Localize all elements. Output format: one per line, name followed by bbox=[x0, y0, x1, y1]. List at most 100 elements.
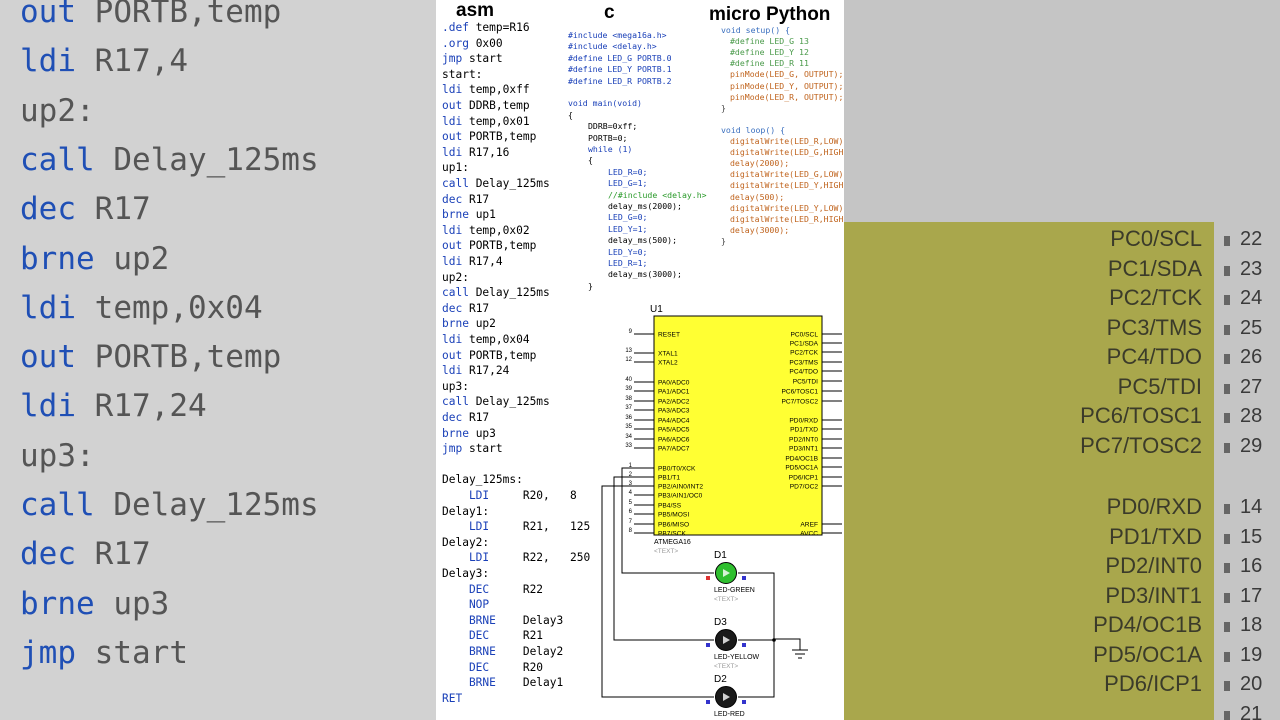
chip-left-pin-name: XTAL2 bbox=[658, 360, 678, 367]
asm-code-line: DEC R20 bbox=[442, 661, 543, 674]
asm-keyword: ldi bbox=[442, 255, 463, 268]
chip-left-pin-number: 37 bbox=[625, 405, 632, 411]
background-code-line: up2: bbox=[20, 94, 95, 128]
chip-left-pin-name: PA3/ADC3 bbox=[658, 408, 690, 415]
background-code-keyword: dec bbox=[20, 191, 76, 228]
background-pin-line bbox=[1224, 413, 1230, 423]
asm-code-block: .def temp=R16 .org 0x00 jmp start start: ldi… bbox=[436, 0, 590, 720]
asm-keyword: .def bbox=[442, 21, 469, 34]
background-pin-line bbox=[1224, 651, 1230, 662]
chip-left-pin-name: PB5/MOSI bbox=[658, 512, 689, 519]
asm-code-line: ldi temp,0x02 bbox=[442, 224, 530, 237]
led-text-placeholder: <TEXT> bbox=[714, 663, 738, 670]
chip-left-pin-name: PA5/ADC5 bbox=[658, 427, 690, 434]
c-code-line: LED_R=0; bbox=[608, 166, 648, 177]
background-code-keyword: ldi bbox=[20, 388, 76, 425]
chip-left-pin-name: PA0/ADC0 bbox=[658, 380, 690, 387]
asm-operand: DDRB,temp bbox=[462, 99, 530, 112]
background-code-keyword: ldi bbox=[20, 289, 76, 326]
asm-keyword: DEC bbox=[442, 660, 490, 674]
background-code-line: brne up2 bbox=[20, 242, 169, 276]
chip-left-pin-name: PB1/T1 bbox=[658, 475, 680, 482]
led-text-placeholder: <TEXT> bbox=[714, 596, 738, 603]
asm-operand: R21, 125 bbox=[489, 520, 591, 534]
led-pin-marker bbox=[706, 576, 710, 580]
background-code-text: start bbox=[76, 634, 188, 671]
background-pin-name: PC6/TOSC1 bbox=[1080, 403, 1202, 428]
asm-keyword: ldi bbox=[442, 145, 463, 159]
circuit-wire bbox=[774, 638, 801, 650]
c-code-line: #include <mega16a.h> bbox=[568, 30, 667, 40]
asm-operand: 0x00 bbox=[468, 36, 503, 50]
background-code-keyword: out bbox=[20, 0, 76, 30]
asm-operand: R17 bbox=[462, 301, 490, 315]
asm-operand: up1 bbox=[468, 208, 496, 222]
chip-left-pin-name: PB0/T0/XCK bbox=[658, 466, 696, 473]
asm-operand: Delay_125ms bbox=[468, 177, 550, 190]
background-pin-number: 17 bbox=[1240, 584, 1263, 607]
chip-left-pin-name: PA4/ADC4 bbox=[658, 418, 690, 425]
background-pin-name: PD4/OC1B bbox=[1093, 612, 1202, 637]
asm-code-line: call Delay_125ms bbox=[442, 395, 550, 408]
chip-right-pin-name: PD2/INT0 bbox=[789, 437, 818, 444]
asm-code-line: ldi R17,24 bbox=[442, 364, 509, 377]
python-code-line: } bbox=[721, 102, 726, 113]
python-code-block: void setup() {#define LED_G 13 #define LE… bbox=[721, 0, 844, 260]
asm-operand: R17,16 bbox=[462, 145, 510, 159]
asm-keyword: out bbox=[442, 239, 463, 253]
chip-left-pin-name: PB2/AIN0/INT2 bbox=[658, 484, 703, 491]
asm-operand: up3: bbox=[442, 379, 469, 393]
background-code-line: up3: bbox=[20, 439, 95, 473]
python-code-line: digitalWrite(LED_Y,HIGH); bbox=[730, 180, 844, 191]
python-code-line: pinMode(LED_R, OUTPUT); bbox=[730, 91, 844, 102]
background-code-line: dec R17 bbox=[20, 537, 151, 571]
asm-keyword: BRNE bbox=[442, 613, 496, 627]
background-pin-name: PD2/INT0 bbox=[1105, 553, 1202, 578]
python-code-line: } bbox=[721, 235, 726, 246]
chip-right-pin-name: PD3/INT1 bbox=[789, 446, 818, 453]
asm-code-line: brne up2 bbox=[442, 317, 496, 330]
chip-right-pin-name: PC0/SCL bbox=[791, 332, 819, 339]
python-code-line: #define LED_Y 12 bbox=[730, 47, 809, 58]
chip-left-pin-number: 9 bbox=[629, 329, 633, 335]
asm-operand: R22, 250 bbox=[489, 551, 591, 565]
asm-code-line: ldi temp,0x01 bbox=[442, 115, 530, 128]
background-code-text: temp,0x04 bbox=[76, 289, 263, 326]
background-code-text: up2 bbox=[94, 240, 170, 277]
asm-keyword: BRNE bbox=[442, 676, 496, 690]
asm-operand: Delay_125ms bbox=[468, 395, 550, 409]
asm-keyword: dec bbox=[442, 192, 463, 206]
asm-operand: R17 bbox=[462, 411, 490, 424]
led-ref: D1 bbox=[714, 550, 727, 561]
background-pin-line bbox=[1224, 354, 1230, 364]
asm-code-line: BRNE Delay3 bbox=[442, 614, 563, 627]
chip-right-pin-name: PD7/OC2 bbox=[790, 484, 819, 491]
background-pin-name: PC2/TCK bbox=[1109, 285, 1202, 310]
c-code-line: LED_Y=0; bbox=[608, 246, 648, 257]
background-pin-name: PD6/ICP1 bbox=[1104, 671, 1202, 696]
python-code-line: delay(2000); bbox=[730, 158, 790, 169]
asm-operand: Delay1: bbox=[442, 504, 490, 518]
background-code-keyword: dec bbox=[20, 536, 76, 573]
c-code-line: #define LED_R PORTB.2 bbox=[568, 75, 672, 86]
chip-left-pin-name: PA1/ADC1 bbox=[658, 389, 690, 396]
led-ref: D3 bbox=[714, 617, 727, 628]
python-code-line: delay(3000); bbox=[730, 224, 790, 235]
asm-operand: PORTB,temp bbox=[462, 348, 537, 362]
chip-left-pin-name: PB7/SCK bbox=[658, 531, 686, 538]
background-pin-number: 26 bbox=[1240, 346, 1263, 368]
asm-keyword: out bbox=[442, 99, 463, 112]
asm-operand: R22 bbox=[489, 582, 544, 596]
chip-left-pin-name: PB4/SS bbox=[658, 503, 682, 510]
chip-right-pin-name: AVCC bbox=[800, 531, 818, 538]
asm-operand: PORTB,temp bbox=[462, 130, 537, 144]
python-code-line: pinMode(LED_Y, OUTPUT); bbox=[730, 80, 844, 91]
background-pin-name: PC0/SCL bbox=[1110, 226, 1202, 251]
chip-left-pin-number: 12 bbox=[625, 357, 632, 363]
asm-operand: R17,4 bbox=[462, 255, 503, 268]
asm-code-line: LDI R22, 250 bbox=[442, 551, 590, 564]
asm-operand: up2 bbox=[468, 317, 496, 331]
c-code-line: LED_Y=1; bbox=[608, 223, 648, 234]
chip-left-pin-number: 13 bbox=[625, 348, 632, 354]
led-pin-marker bbox=[742, 576, 746, 580]
